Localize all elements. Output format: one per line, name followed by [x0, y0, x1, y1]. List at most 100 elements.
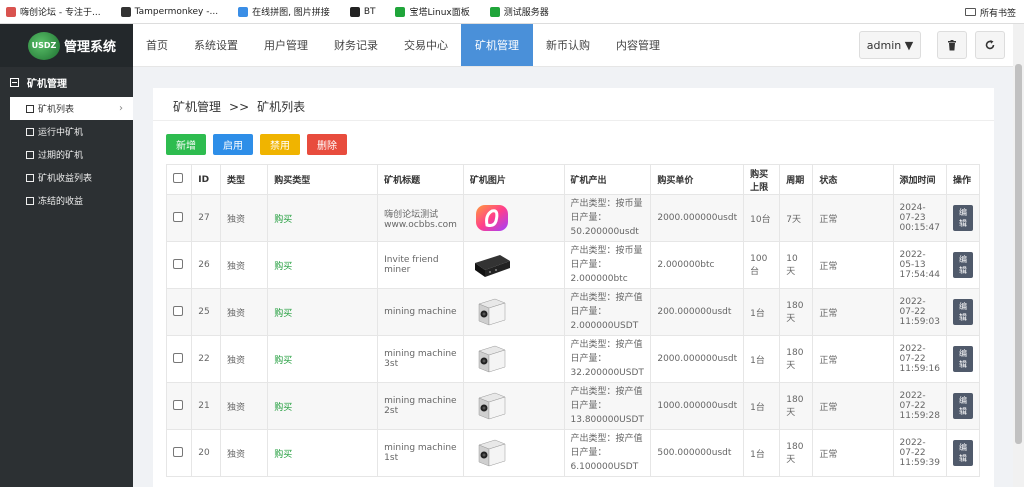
row-select-cell[interactable] — [165, 288, 193, 336]
sidebar-item[interactable]: 矿机列表 › — [10, 97, 133, 120]
cell-image — [462, 241, 565, 289]
cell-period: 10天 — [779, 241, 814, 289]
breadcrumb-parent[interactable]: 矿机管理 — [173, 100, 221, 114]
cell-output: 产出类型：按产值 日产量：32.200000USDT — [563, 335, 652, 383]
daily-output: 日产量：50.200000usdt — [570, 213, 639, 237]
bookmark-favicon-icon — [120, 6, 131, 17]
content-panel: 矿机管理 >> 矿机列表 新增 启用 禁用 删除 ID 类型 购买类型 矿机标题 矿机图片 矿机产出… — [153, 88, 994, 487]
bookmark-item[interactable]: 嗨创论坛 - 专注于... — [6, 5, 101, 18]
sidebar-item-label: 矿机收益列表 — [38, 174, 93, 184]
column-header: 矿机产出 — [563, 164, 652, 195]
cell-output: 产出类型：按产值 日产量：6.100000USDT — [563, 429, 652, 477]
sidebar-item-label: 矿机列表 — [38, 105, 75, 115]
scrollbar-thumb[interactable] — [1015, 64, 1022, 444]
nav-tab[interactable]: 用户管理 — [251, 24, 321, 66]
bookmarks-bar: 嗨创论坛 - 专注于... Tampermonkey -... 在线拼图, 图片拼接… — [0, 0, 1024, 24]
sidebar-item[interactable]: 运行中矿机 — [0, 120, 133, 143]
row-select-cell[interactable] — [165, 335, 193, 383]
cell-limit: 1台 — [743, 382, 781, 430]
row-select-cell[interactable] — [165, 194, 193, 242]
breadcrumb-separator: >> — [229, 100, 250, 114]
edit-button[interactable]: 编辑 — [953, 393, 973, 419]
row-select-cell[interactable] — [165, 382, 193, 430]
action-button[interactable]: 删除 — [307, 134, 347, 155]
edit-button[interactable]: 编辑 — [953, 440, 973, 466]
row-checkbox[interactable] — [173, 352, 183, 363]
bookmark-item[interactable]: BT — [349, 6, 376, 17]
cell-image — [462, 194, 565, 242]
column-header: 操作 — [946, 164, 980, 195]
nav-tab[interactable]: 系统设置 — [181, 24, 251, 66]
logo[interactable]: USDZ 管理系统 — [0, 24, 133, 67]
bookmark-label: 嗨创论坛 - 专注于... — [20, 8, 101, 18]
sidebar-heading[interactable]: 矿机管理 — [0, 67, 133, 97]
bookmark-label: 宝塔Linux面板 — [409, 8, 470, 18]
bookmark-label: BT — [363, 6, 376, 17]
cell-buy-type: 购买 — [267, 429, 379, 477]
row-checkbox[interactable] — [173, 211, 183, 222]
cell-buy-type: 购买 — [267, 194, 379, 242]
trash-icon[interactable] — [937, 31, 967, 59]
select-all-checkbox[interactable] — [173, 173, 183, 183]
nav-tab[interactable]: 内容管理 — [603, 24, 673, 66]
nav-tab[interactable]: 交易中心 — [391, 24, 461, 66]
column-header: 添加时间 — [892, 164, 947, 195]
cell-type: 独资 — [219, 194, 269, 242]
all-bookmarks[interactable]: 所有书签 — [964, 0, 1016, 24]
select-all-cell[interactable] — [165, 164, 193, 195]
nav-tab[interactable]: 首页 — [133, 24, 181, 66]
cell-title: mining machine — [377, 288, 464, 336]
page-scrollbar[interactable] — [1013, 24, 1024, 487]
column-header: 类型 — [219, 164, 269, 195]
bookmark-item[interactable]: Tampermonkey -... — [120, 6, 218, 17]
action-button[interactable]: 新增 — [166, 134, 206, 155]
action-button[interactable]: 禁用 — [260, 134, 300, 155]
sidebar-item[interactable]: 矿机收益列表 — [0, 166, 133, 189]
row-checkbox[interactable] — [173, 399, 183, 410]
bookmark-item[interactable]: 测试服务器 — [489, 5, 549, 18]
row-checkbox[interactable] — [173, 305, 183, 316]
bookmark-item[interactable]: 宝塔Linux面板 — [395, 5, 470, 18]
column-header: 矿机标题 — [377, 164, 464, 195]
column-header: 矿机图片 — [462, 164, 565, 195]
logo-title: 管理系统 — [64, 40, 117, 55]
row-select-cell[interactable] — [165, 429, 193, 477]
admin-dropdown[interactable]: admin ▼ — [859, 31, 921, 59]
column-header: 购买单价 — [650, 164, 745, 195]
bookmark-favicon-icon — [489, 6, 500, 17]
cell-price: 2000.000000usdt — [650, 194, 745, 242]
edit-button[interactable]: 编辑 — [953, 252, 973, 278]
cell-type: 独资 — [219, 241, 269, 289]
nav-tab[interactable]: 矿机管理 — [461, 24, 533, 66]
list-icon — [26, 104, 34, 113]
edit-button[interactable]: 编辑 — [953, 346, 973, 372]
cell-title: 嗨创论坛测试 www.ocbbs.com — [377, 194, 464, 242]
cell-price: 1000.000000usdt — [650, 382, 745, 430]
cell-actions: 编辑 — [946, 241, 980, 289]
nav-tab[interactable]: 财务记录 — [321, 24, 391, 66]
cell-time: 2022-05-13 17:54:44 — [892, 241, 947, 289]
row-select-cell[interactable] — [165, 241, 193, 289]
cell-time: 2024-07-23 00:15:47 — [892, 194, 947, 242]
edit-button[interactable]: 编辑 — [953, 299, 973, 325]
cell-period: 180天 — [779, 288, 814, 336]
sidebar-item[interactable]: 冻结的收益 — [0, 189, 133, 212]
nav-tab[interactable]: 新币认购 — [533, 24, 603, 66]
bookmark-item[interactable]: 在线拼图, 图片拼接 — [238, 5, 330, 18]
chevron-right-icon: › — [119, 103, 123, 114]
cell-output: 产出类型：按币量 日产量：50.200000usdt — [563, 194, 652, 242]
miner-table: ID 类型 购买类型 矿机标题 矿机图片 矿机产出 购买单价 购买上限 周期 状态 添加时间 操作 2… — [165, 164, 980, 477]
sidebar-item[interactable]: 过期的矿机 — [0, 143, 133, 166]
list-icon — [26, 127, 34, 136]
refresh-icon[interactable] — [975, 31, 1005, 59]
cell-id: 20 — [191, 429, 221, 477]
cell-actions: 编辑 — [946, 335, 980, 383]
breadcrumb: 矿机管理 >> 矿机列表 — [173, 98, 305, 115]
cell-image — [462, 288, 565, 336]
row-checkbox[interactable] — [173, 258, 183, 269]
edit-button[interactable]: 编辑 — [953, 205, 973, 231]
list-icon — [26, 173, 34, 182]
action-button[interactable]: 启用 — [213, 134, 253, 155]
miner-thumbnail-image — [470, 389, 514, 423]
row-checkbox[interactable] — [173, 446, 183, 457]
